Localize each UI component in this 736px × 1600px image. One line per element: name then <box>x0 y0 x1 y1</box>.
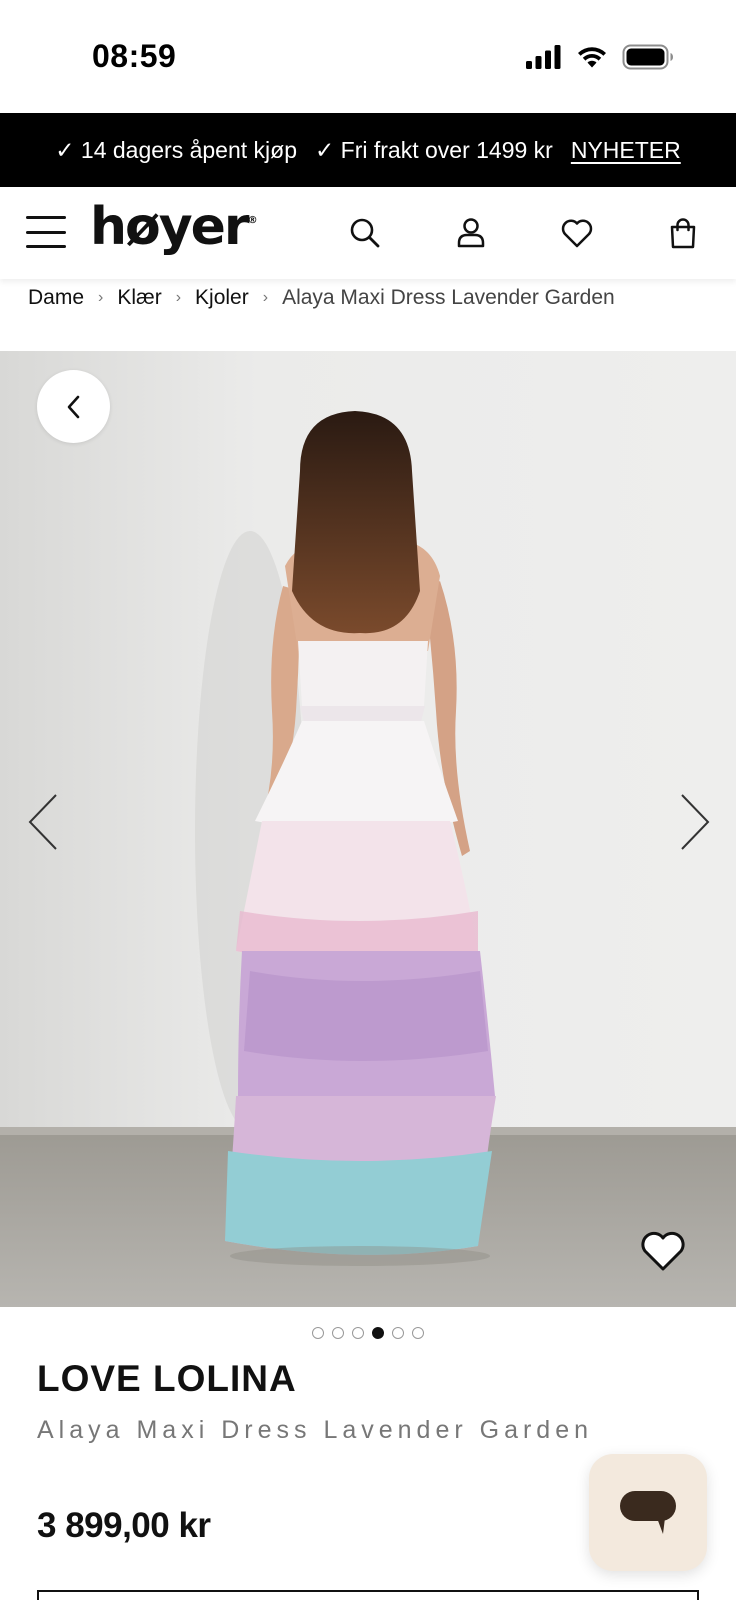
breadcrumb-separator: › <box>262 289 269 306</box>
breadcrumb-separator: › <box>175 289 182 306</box>
product-image-gallery[interactable] <box>0 351 736 1307</box>
breadcrumb-dame[interactable]: Dame <box>28 286 84 310</box>
breadcrumb-current: Alaya Maxi Dress Lavender Garden <box>282 286 615 309</box>
product-brand[interactable]: LOVE LOLINA <box>37 1358 297 1400</box>
add-to-wishlist-heart-icon[interactable] <box>640 1231 686 1273</box>
status-bar: 08:59 <box>0 0 736 113</box>
status-time: 08:59 <box>92 38 177 74</box>
account-icon[interactable] <box>453 215 489 251</box>
chevron-left-icon <box>67 395 79 418</box>
breadcrumb-separator: › <box>98 289 104 306</box>
chat-button[interactable] <box>589 1454 707 1571</box>
next-image-arrow-icon[interactable] <box>672 791 712 853</box>
shopping-bag-icon[interactable] <box>665 215 701 251</box>
menu-icon[interactable] <box>26 214 66 250</box>
gallery-dot[interactable] <box>352 1327 364 1339</box>
site-header: høyer® <box>0 187 736 279</box>
previous-image-arrow-icon[interactable] <box>26 791 66 853</box>
back-button[interactable] <box>37 370 110 443</box>
search-icon[interactable] <box>347 215 383 251</box>
logo[interactable]: høyer® <box>90 197 258 257</box>
product-price: 3 899,00 kr <box>37 1506 211 1545</box>
size-selector[interactable] <box>37 1590 699 1600</box>
gallery-dot[interactable] <box>332 1327 344 1339</box>
gallery-pagination <box>0 1327 736 1339</box>
promo-free-shipping: ✓ Fri frakt over 1499 kr <box>315 136 553 163</box>
breadcrumb-klaer[interactable]: Klær <box>117 286 161 310</box>
wifi-icon <box>578 47 606 68</box>
gallery-dot[interactable] <box>412 1327 424 1339</box>
breadcrumb: Dame › Klær › Kjoler › Alaya Maxi Dress … <box>28 286 615 310</box>
news-link[interactable]: NYHETER <box>571 137 681 164</box>
status-icons <box>526 44 674 70</box>
gallery-dot[interactable] <box>312 1327 324 1339</box>
promo-bar: ✓ 14 dagers åpent kjøp ✓ Fri frakt over … <box>0 113 736 187</box>
chat-bubble-icon <box>620 1490 676 1534</box>
wishlist-icon[interactable] <box>559 215 595 251</box>
product-photo <box>0 351 736 1307</box>
product-name: Alaya Maxi Dress Lavender Garden <box>37 1416 594 1444</box>
gallery-dot-active[interactable] <box>372 1327 384 1339</box>
gallery-dot[interactable] <box>392 1327 404 1339</box>
cellular-signal-icon <box>526 45 561 69</box>
promo-open-purchase: ✓ 14 dagers åpent kjøp <box>55 136 297 163</box>
battery-icon <box>622 44 673 70</box>
breadcrumb-kjoler[interactable]: Kjoler <box>195 286 249 310</box>
